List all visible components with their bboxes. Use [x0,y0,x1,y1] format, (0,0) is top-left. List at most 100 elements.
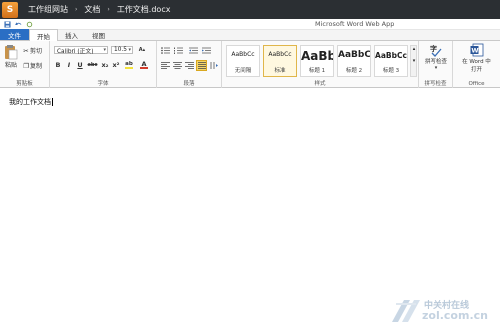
styles-group: AaBbCc 无间隔 AaBbCc 标准 AaBb 标题 1 AaBbC 标题 … [222,41,419,88]
align-right-icon[interactable] [185,62,194,69]
style-no-spacing[interactable]: AaBbCc 无间隔 [226,45,260,77]
align-center-icon[interactable] [173,62,182,69]
watermark-line-2: zol.com.cn [422,309,488,322]
tab-file[interactable]: 文件 [0,29,29,40]
save-icon[interactable] [4,20,11,28]
bullets-icon[interactable] [161,47,170,54]
bold-icon: B [55,61,61,69]
refresh-icon[interactable] [26,21,33,28]
highlight-icon: ab [125,61,133,69]
superscript-icon: x² [112,61,120,69]
style-sample: AaBbCc [231,51,255,58]
breadcrumb-site[interactable]: 工作组网站 [28,4,68,15]
style-heading-2[interactable]: AaBbC 标题 2 [337,45,371,77]
decrease-indent-icon[interactable] [189,47,198,54]
chevron-down-icon: ▾ [434,65,438,71]
increase-indent-icon[interactable] [202,47,211,54]
subscript-button[interactable]: x₂ [101,61,109,69]
italic-button[interactable]: I [65,61,73,69]
breadcrumb: 工作组网站 › 文档 › 工作文档.docx [28,4,170,15]
undo-icon[interactable] [15,21,22,28]
style-name: 标题 3 [382,68,400,74]
document-text: 我的工作文档 [9,98,51,106]
font-name-value: Calibri (正文) [57,48,94,55]
underline-button[interactable]: U [76,61,84,69]
breadcrumb-library[interactable]: 文档 [84,4,100,15]
open-in-word-label-2: 打开 [470,67,482,73]
strikethrough-button[interactable]: abc [87,61,98,69]
cut-label: 剪切 [30,48,43,55]
ribbon-tabs: 文件 开始 插入 视图 [0,29,500,41]
tab-view[interactable]: 视图 [85,29,112,40]
style-name: 标准 [274,68,286,74]
font-size-dropdown[interactable]: 10.5 ▾ [111,46,133,54]
style-name: 标题 2 [345,68,363,74]
style-heading-1[interactable]: AaBb 标题 1 [300,45,334,77]
align-justify-button[interactable] [196,60,207,71]
italic-icon: I [67,61,71,69]
svg-text:字: 字 [430,44,437,53]
highlight-button[interactable]: ab [125,61,133,69]
chevron-down-icon[interactable]: ▾ [411,58,417,64]
font-color-icon: A [140,60,148,69]
cut-button[interactable]: ✂ 剪切 [22,46,43,56]
style-name: 标题 1 [308,68,326,74]
chevron-up-icon[interactable]: ▴ [411,46,417,52]
clipboard-group: 粘贴 ✂ 剪切 ❐ 复制 剪贴板 [0,41,50,88]
svg-text:W: W [471,47,478,55]
grow-font-button[interactable]: A▴ [138,46,146,54]
spelling-group: 字 拼写检查 ▾ 拼写检查 [419,41,453,88]
styles-scroll[interactable]: ▴ ▾ [410,45,417,77]
paste-icon [5,45,18,60]
open-in-word-label-1: 在 Word 中 [462,59,491,65]
underline-icon: U [77,61,83,69]
grow-font-icon: A▴ [138,47,146,53]
numbering-icon[interactable] [174,47,183,54]
bold-button[interactable]: B [54,61,62,69]
app-title: Microsoft Word Web App [315,20,395,28]
style-name: 无间隔 [234,68,252,74]
copy-label: 复制 [30,63,43,70]
copy-icon: ❐ [23,61,29,70]
office-group: W 在 Word 中 打开 Office [453,41,500,88]
superscript-button[interactable]: x² [112,61,120,69]
zol-logo-icon [392,300,420,322]
clipboard-group-label: 剪贴板 [16,81,33,87]
font-name-dropdown[interactable]: Calibri (正文) ▾ [54,46,108,55]
breadcrumb-document: 工作文档.docx [116,5,171,14]
paragraph-group-label: 段落 [183,81,195,87]
style-normal[interactable]: AaBbCc 标准 [263,45,297,77]
document-body[interactable]: 我的工作文档 [9,97,53,107]
word-icon: W [470,43,483,57]
align-justify-icon [198,62,206,69]
style-heading-3[interactable]: AaBbCc 标题 3 [374,45,408,77]
open-in-word-button[interactable]: W 在 Word 中 打开 [455,43,498,73]
style-sample: AaBbCc [268,51,292,58]
subscript-icon: x₂ [101,61,109,69]
style-sample: AaBbC [338,50,370,60]
paste-button[interactable]: 粘贴 [3,44,19,69]
ribbon: 粘贴 ✂ 剪切 ❐ 复制 剪贴板 Calibri (正文) ▾ 10.5 ▾ A… [0,41,500,88]
spell-check-button[interactable]: 字 拼写检查 ▾ [421,43,451,71]
font-size-value: 10.5 [114,47,127,53]
office-group-label: Office [468,81,485,87]
strikethrough-icon: abc [87,62,98,68]
align-left-icon[interactable] [161,62,170,69]
font-group: Calibri (正文) ▾ 10.5 ▾ A▴ B I U abc x₂ x²… [50,41,157,88]
site-header: S 工作组网站 › 文档 › 工作文档.docx [0,0,500,19]
spell-check-label: 拼写检查 [424,59,447,65]
tab-insert[interactable]: 插入 [58,29,85,40]
sharepoint-logo-icon[interactable]: S [2,1,18,18]
spelling-group-label: 拼写检查 [424,81,447,87]
paste-label: 粘贴 [4,62,17,69]
spell-check-icon: 字 [430,44,442,57]
breadcrumb-separator-icon: › [107,6,110,13]
paragraph-group: 段落 [157,41,222,88]
paragraph-direction-icon[interactable] [210,61,219,70]
copy-button[interactable]: ❐ 复制 [22,61,43,71]
style-sample: AaBb [301,49,333,63]
style-sample: AaBbCc [375,51,407,60]
font-color-button[interactable]: A [140,60,148,69]
tab-home[interactable]: 开始 [29,29,58,41]
watermark: 中关村在线 zol.com.cn [388,294,498,328]
